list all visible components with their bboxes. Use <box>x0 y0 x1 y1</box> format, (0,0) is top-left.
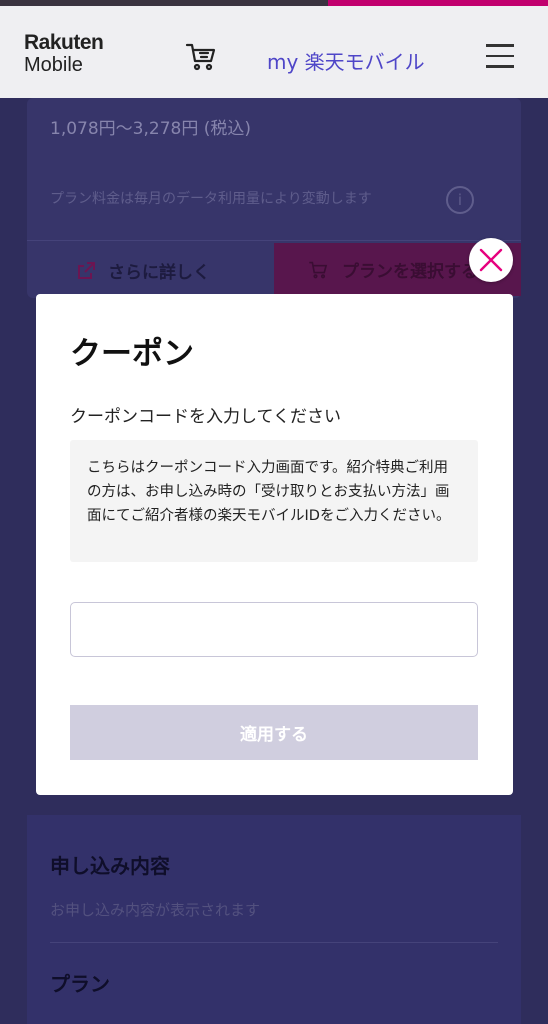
modal-title: クーポン <box>70 336 194 372</box>
divider <box>50 942 498 943</box>
application-summary-title: 申し込み内容 <box>50 854 170 878</box>
coupon-modal: クーポン クーポンコードを入力してください こちらはクーポンコード入力画面です。… <box>36 294 513 795</box>
cart-icon[interactable] <box>185 42 217 72</box>
apply-button[interactable]: 適用する <box>70 705 478 760</box>
logo-line1: Rakuten <box>24 31 104 54</box>
my-rakuten-mobile-link[interactable]: my 楽天モバイル <box>267 46 425 75</box>
plan-note: プラン料金は毎月のデータ利用量により変動します <box>50 191 372 207</box>
coupon-code-input[interactable] <box>70 602 478 657</box>
site-header: Rakuten Mobile my 楽天モバイル <box>0 6 548 98</box>
more-details-link[interactable]: さらに詳しく <box>76 258 210 283</box>
application-summary-text: お申し込み内容が表示されます <box>50 901 261 919</box>
info-icon[interactable]: i <box>446 186 474 214</box>
cart-icon <box>309 261 328 278</box>
select-plan-label: プランを選択する <box>342 262 478 282</box>
more-details-label: さらに詳しく <box>108 263 210 283</box>
hamburger-menu-icon[interactable] <box>486 44 514 70</box>
coupon-code-label: クーポンコードを入力してください <box>70 407 341 427</box>
close-icon[interactable] <box>469 238 513 282</box>
coupon-info-box: こちらはクーポンコード入力画面です。紹介特典ご利用の方は、お申し込み時の「受け取… <box>70 440 478 562</box>
rakuten-mobile-logo[interactable]: Rakuten Mobile <box>24 31 104 76</box>
plan-price: 1,078円〜3,278円 (税込) <box>50 119 252 139</box>
external-link-icon <box>78 261 95 279</box>
logo-line2: Mobile <box>24 54 83 76</box>
plan-section-title: プラン <box>50 972 110 996</box>
divider <box>27 240 521 241</box>
